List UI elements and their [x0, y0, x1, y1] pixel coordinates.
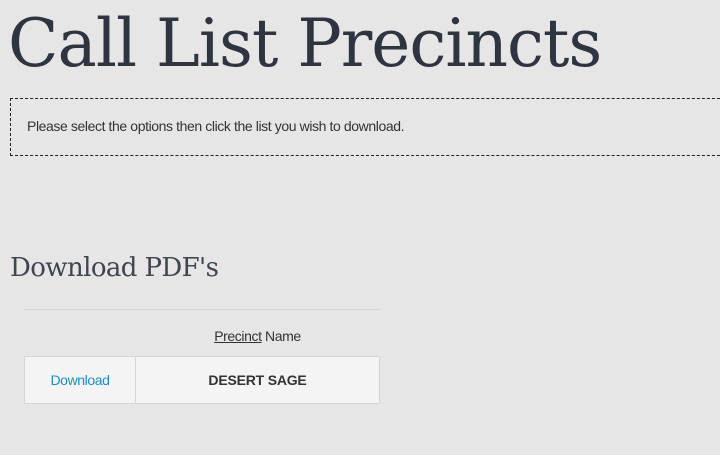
table-header-precinct-name: Precinct Name	[136, 316, 380, 357]
section-divider	[24, 309, 380, 310]
table-header-row: Precinct Name	[25, 316, 380, 357]
sort-precinct-link[interactable]: Precinct	[214, 328, 262, 344]
instructions-text: Please select the options then click the…	[27, 118, 405, 134]
section-heading: Download PDF's	[10, 253, 219, 283]
table-header-suffix: Name	[261, 328, 301, 344]
page-title: Call List Precincts	[8, 5, 602, 82]
download-link[interactable]: Download	[50, 372, 109, 388]
precinct-name-cell: DESERT SAGE	[135, 356, 380, 404]
precinct-table: Precinct Name Download DESERT SAGE	[24, 316, 380, 404]
download-cell: Download	[24, 356, 136, 404]
table-row: Download DESERT SAGE	[24, 356, 380, 404]
table-header-spacer	[25, 316, 136, 357]
instructions-box: Please select the options then click the…	[10, 98, 720, 156]
